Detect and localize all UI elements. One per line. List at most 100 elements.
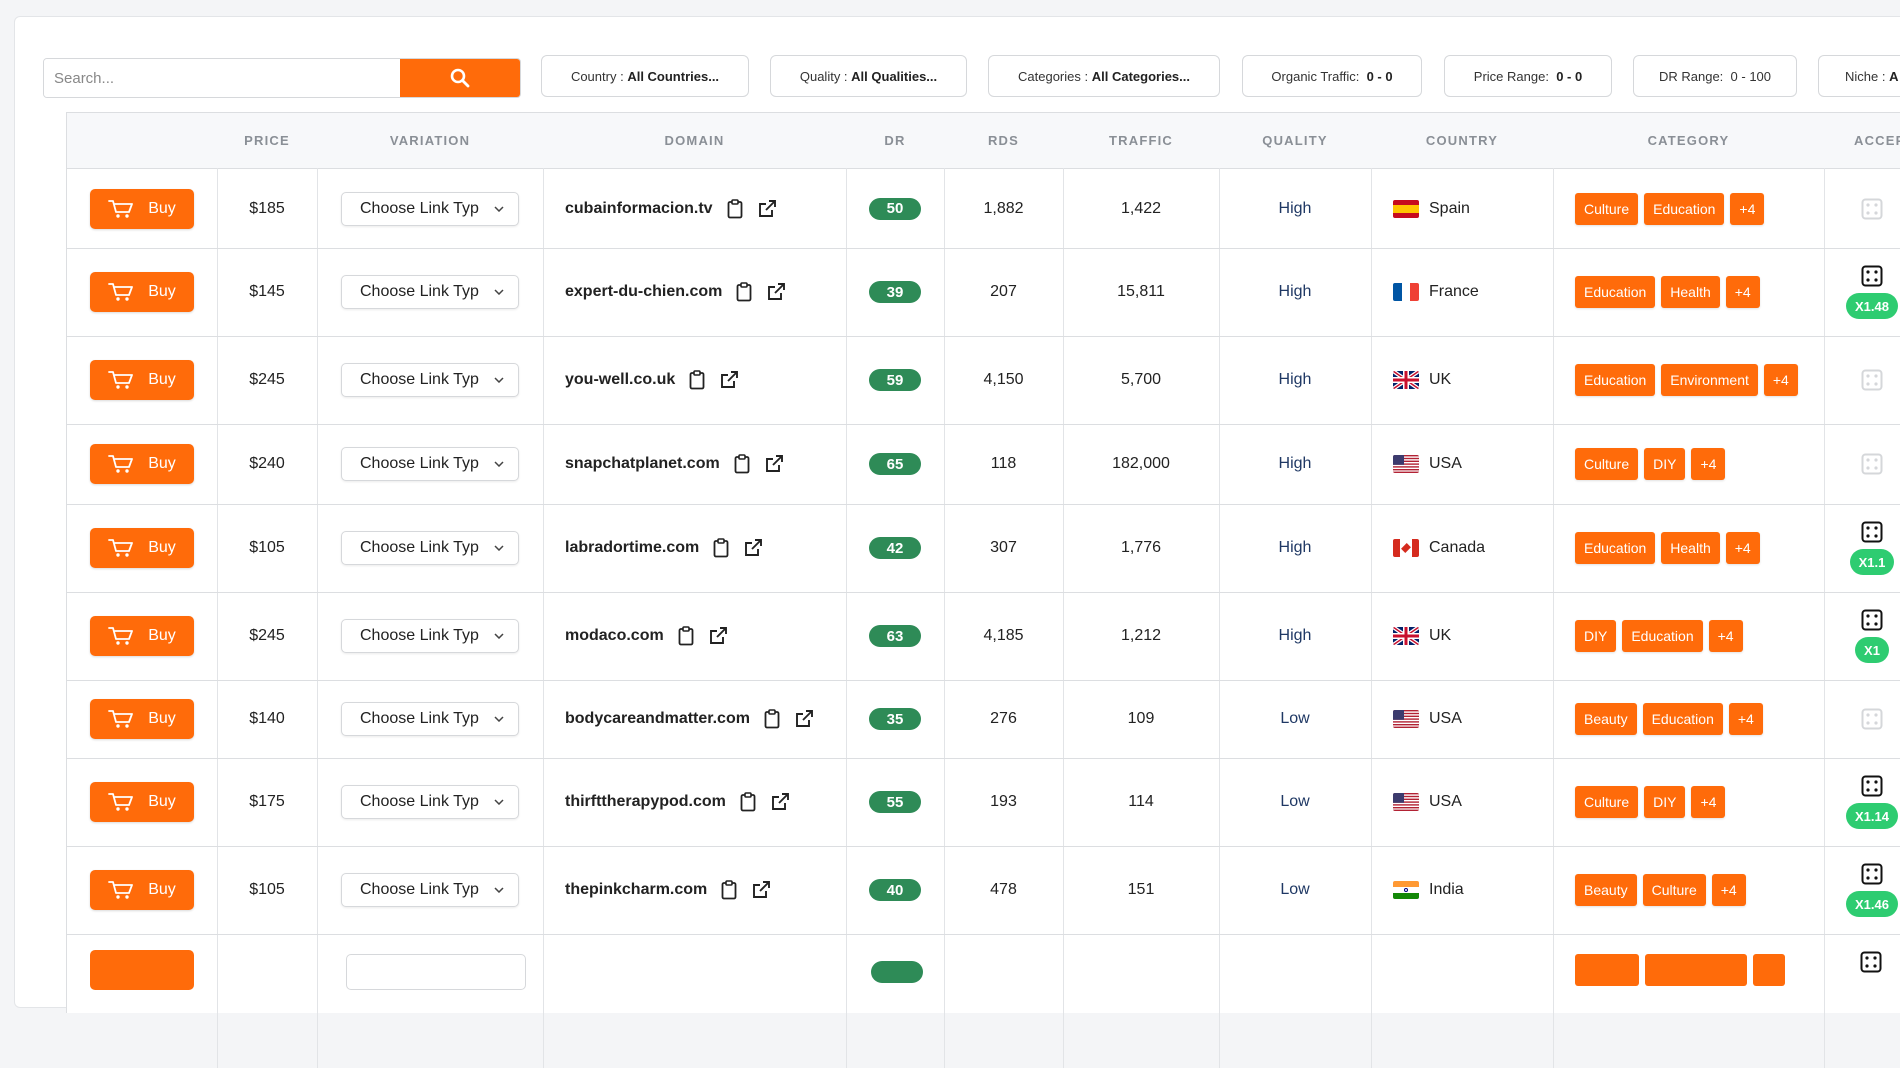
category-tag[interactable]: Education — [1575, 276, 1656, 308]
col-dr[interactable]: DR — [846, 113, 944, 168]
category-tag[interactable]: +4 — [1711, 874, 1746, 906]
buy-button[interactable]: Buy — [90, 528, 194, 568]
link-type-select[interactable]: Choose Link Typ — [341, 447, 519, 481]
category-tag[interactable]: +4 — [1708, 620, 1743, 652]
category-tag[interactable] — [1753, 954, 1785, 986]
link-type-select[interactable] — [346, 954, 526, 990]
buy-button[interactable]: Buy — [90, 272, 194, 312]
category-tag[interactable]: Education — [1642, 703, 1723, 735]
clipboard-icon[interactable] — [721, 880, 737, 900]
external-link-icon[interactable] — [766, 282, 786, 302]
category-tag[interactable] — [1645, 954, 1747, 986]
country-filter[interactable]: Country : All Countries... — [541, 55, 749, 97]
category-tag[interactable]: +4 — [1725, 532, 1760, 564]
buy-cell: Buy — [67, 592, 217, 680]
external-link-icon[interactable] — [757, 199, 777, 219]
col-price[interactable]: PRICE — [217, 113, 317, 168]
link-type-select[interactable]: Choose Link Typ — [341, 363, 519, 397]
dice-icon[interactable] — [1861, 775, 1883, 797]
buy-label: Buy — [148, 539, 176, 556]
category-tag[interactable]: +4 — [1691, 448, 1726, 480]
buy-button[interactable]: Buy — [90, 188, 194, 229]
external-link-icon[interactable] — [708, 626, 728, 646]
col-variation[interactable]: VARIATION — [317, 113, 543, 168]
category-tag[interactable]: DIY — [1644, 786, 1686, 818]
price-cell: $140 — [217, 680, 317, 758]
link-type-select[interactable]: Choose Link Typ — [341, 702, 519, 736]
buy-button[interactable]: Buy — [90, 782, 194, 822]
dice-icon[interactable] — [1860, 951, 1882, 973]
category-tag[interactable]: DIY — [1575, 620, 1617, 652]
external-link-icon[interactable] — [743, 538, 763, 558]
category-tag[interactable] — [1575, 954, 1639, 986]
external-link-icon[interactable] — [794, 709, 814, 729]
dice-icon[interactable] — [1861, 609, 1883, 631]
dice-icon[interactable] — [1861, 265, 1883, 287]
buy-button[interactable]: Buy — [90, 444, 194, 484]
buy-button[interactable] — [90, 950, 194, 990]
category-tag[interactable]: Education — [1575, 364, 1656, 396]
col-traffic[interactable]: TRAFFIC — [1063, 113, 1219, 168]
category-tag[interactable]: +4 — [1725, 276, 1760, 308]
clipboard-icon[interactable] — [736, 282, 752, 302]
col-accepted[interactable]: ACCEP — [1824, 113, 1900, 168]
category-tag[interactable]: Beauty — [1575, 874, 1637, 906]
category-tag[interactable]: Education — [1575, 532, 1656, 564]
traffic-cell: 109 — [1063, 680, 1219, 758]
category-tag[interactable]: Culture — [1575, 786, 1639, 818]
clipboard-icon[interactable] — [764, 709, 780, 729]
buy-button[interactable]: Buy — [90, 616, 194, 656]
clipboard-icon[interactable] — [678, 626, 694, 646]
category-tag[interactable]: Culture — [1575, 448, 1639, 480]
category-tag[interactable]: DIY — [1644, 448, 1686, 480]
category-tag[interactable]: Education — [1622, 620, 1703, 652]
category-tag[interactable]: Health — [1661, 532, 1720, 564]
dr-range-filter[interactable]: DR Range: 0 - 100 — [1633, 55, 1797, 97]
search-button[interactable] — [400, 59, 520, 97]
dice-icon[interactable] — [1861, 521, 1883, 543]
col-quality[interactable]: QUALITY — [1219, 113, 1371, 168]
clipboard-icon[interactable] — [734, 454, 750, 474]
category-tag[interactable]: Beauty — [1575, 703, 1637, 735]
clipboard-icon[interactable] — [713, 538, 729, 558]
dice-icon[interactable] — [1861, 863, 1883, 885]
link-type-select[interactable]: Choose Link Typ — [341, 619, 519, 653]
quality-filter[interactable]: Quality : All Qualities... — [770, 55, 967, 97]
external-link-icon[interactable] — [764, 454, 784, 474]
link-type-select[interactable]: Choose Link Typ — [341, 531, 519, 565]
clipboard-icon[interactable] — [689, 370, 705, 390]
category-tag[interactable]: Culture — [1642, 874, 1706, 906]
clipboard-icon[interactable] — [727, 198, 743, 219]
external-link-icon[interactable] — [719, 370, 739, 390]
category-tag[interactable]: Education — [1644, 192, 1725, 225]
external-link-icon[interactable] — [751, 880, 771, 900]
category-tag[interactable]: +4 — [1691, 786, 1726, 818]
organic-traffic-filter[interactable]: Organic Traffic: 0 - 0 — [1242, 55, 1422, 97]
external-link-icon[interactable] — [770, 792, 790, 812]
search-input[interactable] — [44, 59, 398, 97]
col-category[interactable]: CATEGORY — [1553, 113, 1824, 168]
col-country[interactable]: COUNTRY — [1371, 113, 1553, 168]
col-domain[interactable]: DOMAIN — [543, 113, 846, 168]
category-tag[interactable]: +4 — [1730, 192, 1765, 225]
price-range-label: Price Range: — [1473, 68, 1549, 84]
link-type-select[interactable]: Choose Link Typ — [341, 785, 519, 819]
categories-filter[interactable]: Categories : All Categories... — [988, 55, 1220, 97]
category-tag[interactable]: Culture — [1575, 192, 1639, 225]
link-type-select[interactable]: Choose Link Typ — [341, 275, 519, 309]
category-tag[interactable]: Health — [1661, 276, 1720, 308]
col-rds[interactable]: RDS — [944, 113, 1063, 168]
price-range-filter[interactable]: Price Range: 0 - 0 — [1444, 55, 1612, 97]
link-type-select[interactable]: Choose Link Typ — [341, 873, 519, 907]
clipboard-icon[interactable] — [740, 792, 756, 812]
niche-filter[interactable]: Niche : A — [1818, 55, 1900, 97]
buy-button[interactable]: Buy — [90, 360, 194, 400]
category-tag[interactable]: +4 — [1763, 364, 1798, 396]
buy-button[interactable]: Buy — [90, 870, 194, 910]
link-type-select[interactable]: Choose Link Typ — [341, 191, 519, 226]
buy-button[interactable]: Buy — [90, 699, 194, 739]
category-tag[interactable]: Environment — [1661, 364, 1758, 396]
table-row: Buy $140 Choose Link Typ bodycareandmatter.… — [67, 680, 1900, 759]
traffic-value: 15,811 — [1117, 283, 1165, 300]
category-tag[interactable]: +4 — [1728, 703, 1763, 735]
